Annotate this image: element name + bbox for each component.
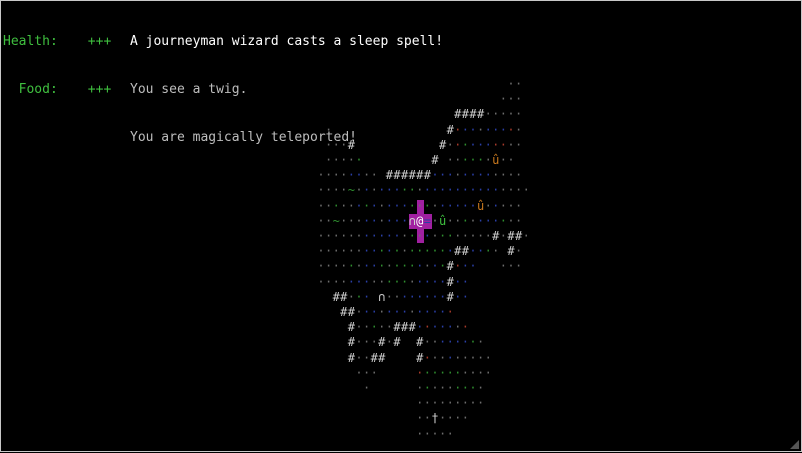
wall-tile: # <box>431 153 439 167</box>
wall-tile: # <box>347 137 355 152</box>
floor-tile: · <box>514 137 523 152</box>
floor-tile: · <box>461 289 469 304</box>
floor-tile: · <box>355 153 363 167</box>
floor-tile: · <box>476 381 485 395</box>
dungeon-map[interactable]: · · · · · # # # # · · · · · · # · · · · · · · · · · · · # # · · · · · · · · · ·… <box>1 1 802 453</box>
floor-tile: · <box>461 320 469 335</box>
wall-tile: # <box>393 335 401 350</box>
floor-tile: · <box>446 305 454 319</box>
floor-tile: · <box>514 168 523 183</box>
floor-tile: · <box>362 289 371 304</box>
floor-tile: · <box>484 350 492 365</box>
floor-tile: · <box>370 365 378 380</box>
floor-tile: · <box>514 198 523 213</box>
floor-tile: · <box>461 274 469 289</box>
floor-tile: · <box>514 122 523 137</box>
floor-tile: · <box>514 92 523 107</box>
floor-tile: · <box>514 259 523 274</box>
floor-tile: · <box>514 107 523 122</box>
floor-tile: · <box>469 259 477 274</box>
floor-tile: · <box>476 335 485 350</box>
floor-tile: · <box>362 381 371 395</box>
floor-tile: · <box>476 396 485 411</box>
floor-tile: · <box>461 411 469 426</box>
game-window: Health: +++ Food: +++ A journeyman wizard … <box>0 0 802 452</box>
floor-tile: · <box>492 244 500 259</box>
floor-tile: · <box>522 183 530 198</box>
floor-tile: · <box>514 77 523 91</box>
floor-tile: · <box>514 213 523 228</box>
floor-tile: · <box>446 426 454 441</box>
floor-tile: · <box>370 168 378 183</box>
floor-tile: · <box>324 122 333 137</box>
floor-tile: · <box>507 153 515 167</box>
floor-tile: · <box>514 244 523 259</box>
floor-tile: · <box>484 365 492 380</box>
wall-tile: # <box>378 350 386 365</box>
resize-grip-icon[interactable] <box>790 440 799 449</box>
floor-tile: · <box>522 229 530 243</box>
